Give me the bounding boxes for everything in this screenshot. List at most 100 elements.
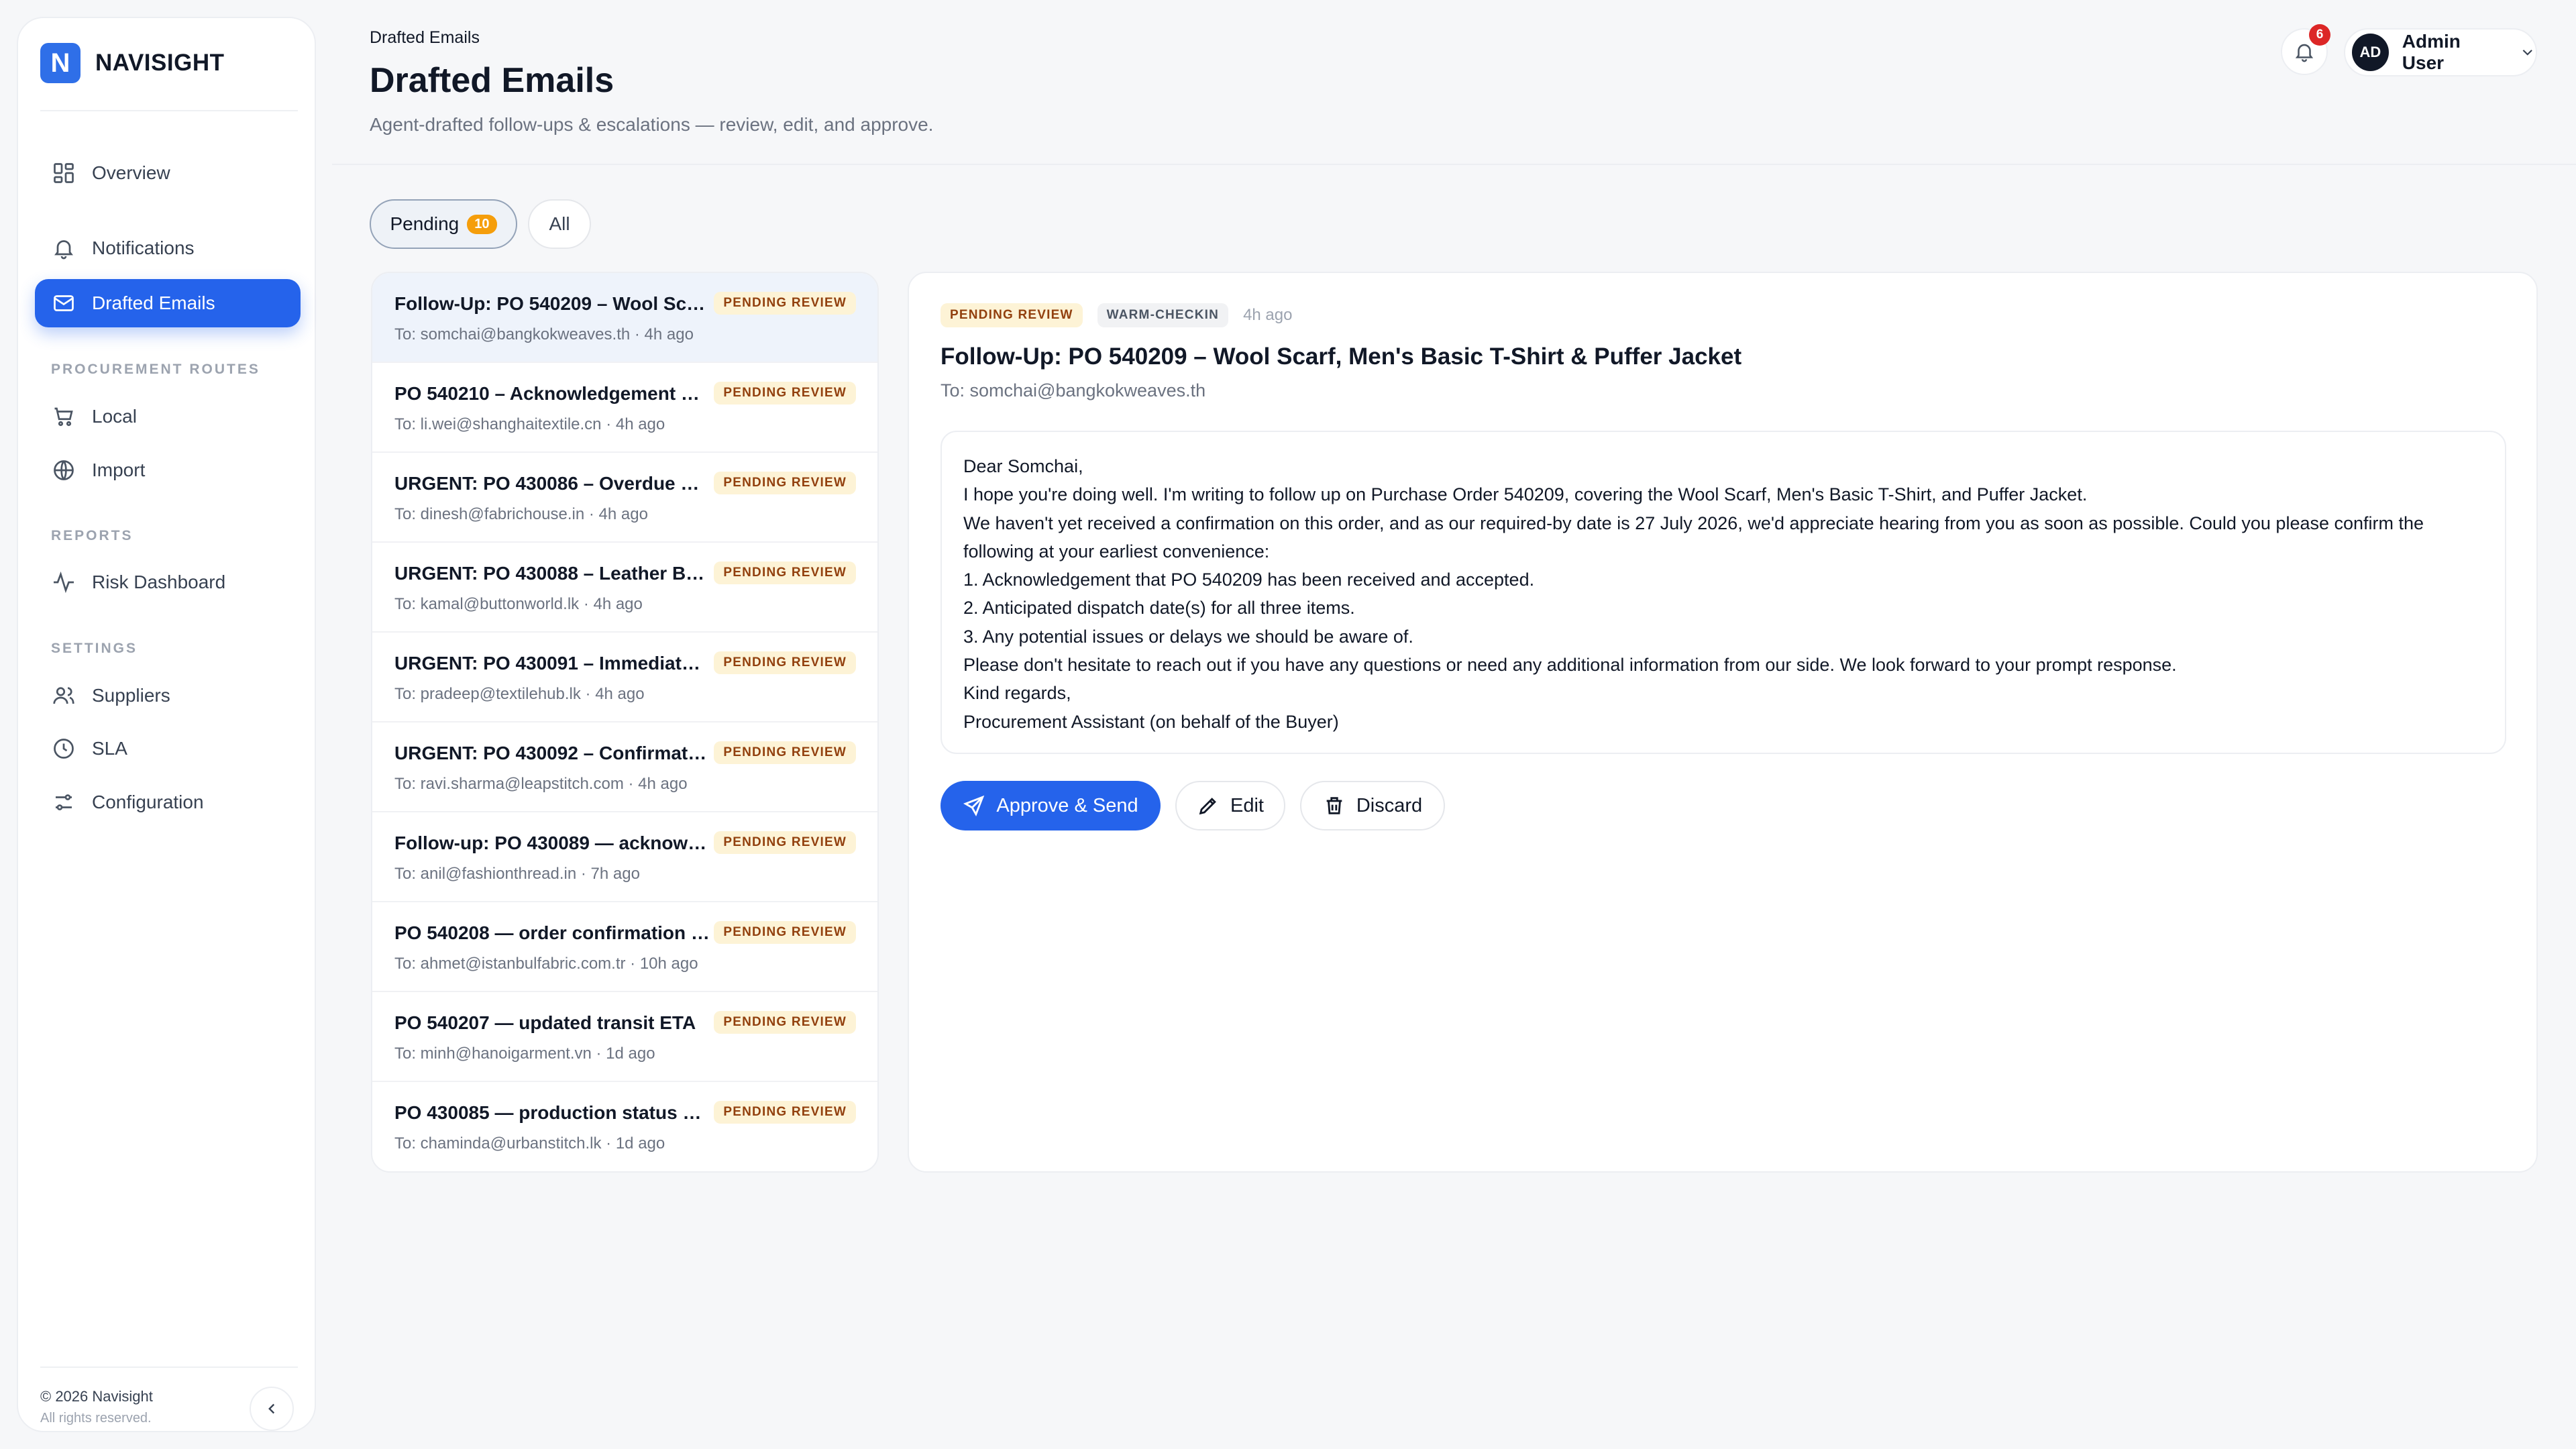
email-list-item[interactable]: URGENT: PO 430092 – Confirmation pending… [372,722,877,812]
button-label: Discard [1356,794,1423,816]
breadcrumb: Drafted Emails [370,28,480,47]
email-list-item[interactable]: URGENT: PO 430088 – Leather Belts To: ka… [372,543,877,633]
discard-button[interactable]: Discard [1300,781,1445,830]
sidebar-item-label: Overview [92,162,170,183]
status-badge: PENDING REVIEW [714,921,856,944]
sidebar-item-suppliers[interactable]: Suppliers [35,672,301,720]
email-recipient: To: somchai@bangkokweaves.th [941,380,1206,400]
globe-icon [54,460,74,480]
trash-icon [1326,797,1342,814]
email-detail: PENDING REVIEW WARM-CHECKIN 4h ago Follo… [908,272,2538,1173]
tab-pending[interactable]: Pending 10 [370,199,517,249]
brand-logo: N [40,43,80,83]
sidebar-item-risk-dashboard[interactable]: Risk Dashboard [35,558,301,606]
email-list-item[interactable]: PO 540210 – Acknowledgement & dispatch c… [372,363,877,453]
status-badge: PENDING REVIEW [714,1011,856,1034]
detail-status-row: PENDING REVIEW WARM-CHECKIN 4h ago [941,303,1292,327]
avatar: AD [2352,34,2389,71]
status-badge: PENDING REVIEW [714,831,856,854]
email-list-item[interactable]: URGENT: PO 430086 – Overdue Dispatch To:… [372,453,877,543]
email-subject: PO 540208 — order confirmation request [394,922,710,943]
category-tag: WARM-CHECKIN [1097,303,1229,327]
email-list-item[interactable]: PO 430085 — production status update To:… [372,1082,877,1171]
email-body: Dear Somchai, I hope you're doing well. … [941,431,2506,754]
sidebar-item-sla[interactable]: SLA [35,724,301,773]
page-title: Drafted Emails [370,61,614,100]
email-subject-heading: Follow-Up: PO 540209 – Wool Scarf, Men's… [941,343,1742,370]
email-list-item[interactable]: Follow-Up: PO 540209 – Wool Scarf, Men's… [372,273,877,363]
email-subject: URGENT: PO 430092 – Confirmation pending [394,743,710,763]
email-list-item[interactable]: Follow-up: PO 430089 — acknowledgement T… [372,812,877,902]
body-line: 1. Acknowledgement that PO 540209 has be… [963,570,1535,590]
email-subject: URGENT: PO 430088 – Leather Belts [394,563,710,584]
email-subject: URGENT: PO 430086 – Overdue Dispatch [394,473,710,494]
status-badge: PENDING REVIEW [941,303,1083,327]
email-subject: URGENT: PO 430091 – Immediate response r… [394,653,710,674]
cart-icon [54,407,73,427]
sidebar-item-label: SLA [92,738,127,759]
approve-send-button[interactable]: Approve & Send [941,781,1161,830]
status-badge: PENDING REVIEW [714,472,856,494]
body-line: 2. Anticipated dispatch date(s) for all … [963,598,1355,619]
users-icon [53,687,74,704]
email-subject: Follow-up: PO 430089 — acknowledgement [394,833,710,853]
email-actions: Approve & Send Edit Discard [941,781,1445,830]
status-badge: PENDING REVIEW [714,1101,856,1124]
sidebar-item-label: Notifications [92,237,195,258]
user-menu[interactable]: AD Admin User [2344,28,2537,76]
email-recipient: To: pradeep@textilehub.lk · 4h ago [394,685,645,703]
email-recipient: To: chaminda@urbanstitch.lk · 1d ago [394,1134,665,1152]
sidebar-item-overview[interactable]: Overview [35,149,301,197]
sidebar-item-configuration[interactable]: Configuration [35,778,301,826]
section-settings: SETTINGS [51,641,138,656]
body-line: Kind regards, [963,683,1071,704]
body-line: 3. Any potential issues or delays we sho… [963,626,1413,647]
mail-icon [54,295,74,311]
sidebar-item-label: Risk Dashboard [92,572,226,592]
user-name: Admin User [2402,31,2461,73]
button-label: Approve & Send [996,794,1138,816]
status-badge: PENDING REVIEW [714,741,856,764]
email-subject: PO 430085 — production status update [394,1102,710,1123]
sidebar-item-label: Import [92,460,146,480]
sidebar-item-local[interactable]: Local [35,392,301,441]
collapse-sidebar-button[interactable] [250,1387,294,1431]
brand-name: NAVISIGHT [95,50,225,76]
email-list-item[interactable]: URGENT: PO 430091 – Immediate response r… [372,633,877,722]
body-line: following at your earliest convenience: [963,541,1270,561]
body-line: We haven't yet received a confirmation o… [963,513,2424,533]
divider [40,110,298,111]
status-badge: PENDING REVIEW [714,561,856,584]
sidebar: N NAVISIGHT Overview Notifications Draft… [17,17,316,1432]
sidebar-item-drafted-emails[interactable]: Drafted Emails [35,279,301,327]
email-list-item[interactable]: PO 540207 — updated transit ETA To: minh… [372,992,877,1082]
brand[interactable]: N NAVISIGHT [40,43,224,83]
email-recipient: To: li.wei@shanghaitextile.cn · 4h ago [394,415,665,433]
email-list-item[interactable]: PO 540208 — order confirmation request T… [372,902,877,992]
edit-button[interactable]: Edit [1175,781,1285,830]
status-badge: PENDING REVIEW [714,382,856,405]
email-recipient: To: somchai@bangkokweaves.th · 4h ago [394,325,694,343]
count-badge: 10 [467,214,497,234]
chevron-down-icon [2522,50,2532,56]
tab-label: Pending [390,213,460,234]
timestamp: 4h ago [1243,306,1293,324]
body-line: Procurement Assistant (on behalf of the … [963,711,1339,732]
section-procurement-routes: PROCUREMENT ROUTES [51,362,260,377]
sidebar-item-label: Suppliers [92,685,170,706]
sidebar-item-notifications[interactable]: Notifications [35,224,301,272]
sidebar-item-label: Configuration [92,792,204,812]
body-line: Dear Somchai, [963,456,1083,476]
section-reports: REPORTS [51,528,133,543]
sidebar-item-import[interactable]: Import [35,446,301,494]
email-recipient: To: ahmet@istanbulfabric.com.tr · 10h ag… [394,955,698,973]
email-recipient: To: anil@fashionthread.in · 7h ago [394,865,640,883]
chevron-left-icon [268,1403,275,1414]
tab-all[interactable]: All [528,199,591,249]
body-line: Please don't hesitate to reach out if yo… [963,655,2177,676]
divider [332,164,2576,165]
bell-icon [54,240,73,260]
email-recipient: To: kamal@buttonworld.lk · 4h ago [394,595,643,613]
divider [40,1366,298,1368]
notification-count-badge: 6 [2309,24,2330,46]
